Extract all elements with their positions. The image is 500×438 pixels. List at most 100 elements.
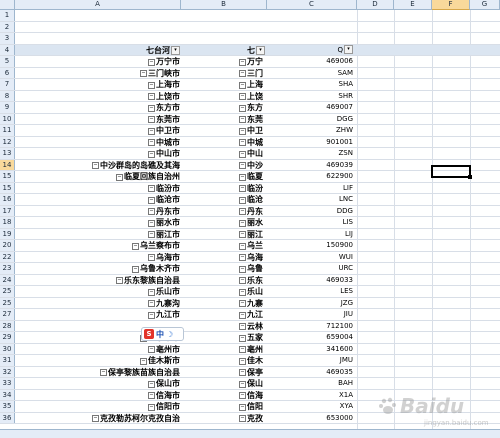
row-header[interactable]: 16 [0,194,15,205]
collapse-icon[interactable]: − [132,242,139,250]
cell-code[interactable]: LES [267,286,357,297]
collapse-icon[interactable]: − [148,311,155,319]
collapse-icon[interactable]: − [148,346,155,353]
collapse-icon[interactable]: − [239,81,246,89]
cell-city-name[interactable] [15,10,181,21]
cell-short-name[interactable]: − 乌海 [181,252,267,263]
table-row[interactable]: 25− 乐山市 − 乐山 LES [0,286,500,298]
row-header[interactable]: 9 [0,102,15,113]
cell-city-name[interactable]: − 信海市 [15,390,181,401]
cell-city-name[interactable]: − 丽江市 [15,229,181,240]
cell-city-name[interactable]: − 临夏回族自治州 [15,171,181,182]
cell-code[interactable]: URC [267,263,357,274]
cell-code[interactable]: LIF [267,183,357,194]
select-all-corner[interactable] [0,0,15,10]
cell-short-name[interactable]: − 保亭 [181,367,267,378]
cell-short-name[interactable]: − 东莞 [181,114,267,125]
cell-code[interactable]: DDG [267,206,357,217]
cell-city-name[interactable]: − 乐山市 [15,286,181,297]
collapse-icon[interactable]: − [239,311,246,319]
column-header-f[interactable]: F [432,0,470,10]
cell-code[interactable]: WUI [267,252,357,263]
cell-code[interactable]: SHA [267,79,357,90]
table-row[interactable]: 17− 丹东市 − 丹东 DDG [0,205,500,217]
table-row[interactable]: 23− 乌鲁木齐市 − 乌鲁 URC [0,263,500,275]
cell-short-name[interactable]: − 九江 [181,309,267,320]
collapse-icon[interactable]: − [148,196,155,204]
collapse-icon[interactable]: − [148,185,155,192]
cell-short-name[interactable]: − 五家 [181,332,267,343]
row-header[interactable]: 13 [0,148,15,159]
cell-short-name[interactable]: − 上海 [181,79,267,90]
row-header[interactable]: 33 [0,378,15,389]
row-header[interactable]: 28 [0,320,15,331]
table-row[interactable]: 2 [0,21,500,33]
cell-code[interactable]: DGG [267,114,357,125]
collapse-icon[interactable]: − [239,162,246,169]
sogou-logo-icon[interactable]: S [144,329,154,339]
row-header[interactable]: 29 [0,332,15,343]
cell-short-name[interactable]: − 九寨 [181,298,267,309]
cell-short-name[interactable]: − 丹东 [181,206,267,217]
column-header-b[interactable]: B [181,0,267,10]
cell-code[interactable]: BAH [267,378,357,389]
table-row[interactable]: 16− 临沧市 − 临沧 LNC [0,194,500,206]
collapse-icon[interactable]: − [148,403,155,411]
collapse-icon[interactable]: − [239,219,246,227]
row-header[interactable]: 19 [0,228,15,239]
row-header[interactable]: 14 [0,159,15,170]
cell-short-name[interactable]: − 丽江 [181,229,267,240]
table-row[interactable]: 31− 佳木斯市 − 佳木 JMU [0,355,500,367]
cell-city-name[interactable]: − 万宁市 [15,56,181,67]
cell-city-name[interactable]: − 中城市 [15,137,181,148]
table-row[interactable]: 22− 乌海市 − 乌海 WUI [0,251,500,263]
table-row[interactable]: 24− 乐东黎族自治县 − 乐东 469033 [0,274,500,286]
cell-code[interactable]: 901001 [267,137,357,148]
collapse-icon[interactable]: − [148,93,155,100]
cell-city-name[interactable]: − 丹东市 [15,206,181,217]
table-row[interactable]: 7− 上海市 − 上海 SHA [0,79,500,91]
table-row[interactable]: 28 − 云林 712100 [0,320,500,332]
cell-short-name[interactable]: − 信海 [181,390,267,401]
cell-short-name[interactable]: − 上饶 [181,91,267,102]
cell-city-name[interactable]: − 保亭黎族苗族自治县 [15,367,181,378]
cell-city-name[interactable]: − 东方市 [15,102,181,113]
cell-city-name[interactable]: − 佳木斯市 [15,355,181,366]
table-row[interactable]: 29−五家渠市−五家659004 [0,332,500,344]
collapse-icon[interactable]: − [239,208,246,215]
moon-icon[interactable]: ☽ [166,330,173,339]
cell-city-name[interactable]: − 丽水市 [15,217,181,228]
table-row[interactable]: 15− 临汾市 − 临汾 LIF [0,182,500,194]
table-row[interactable]: 11− 中卫市 − 中卫 ZHW [0,125,500,137]
collapse-icon[interactable]: − [239,254,246,261]
table-row[interactable]: 33− 保山市 − 保山 BAH [0,378,500,390]
cell-short-name[interactable]: − 丽水 [181,217,267,228]
ime-toolbar[interactable]: S 中 ☽ [141,327,184,341]
cell-city-name[interactable]: − 临沧市 [15,194,181,205]
cell-code[interactable]: 341600 [267,344,357,355]
cell-city-name[interactable]: − 克孜勒苏柯尔克孜自治 [15,413,181,424]
collapse-icon[interactable]: − [148,300,155,307]
row-header[interactable]: 35 [0,401,15,412]
row-header[interactable]: 3 [0,33,15,44]
table-row[interactable]: 8− 上饶市 − 上饶 SHR [0,90,500,102]
cell-code[interactable]: JMU [267,355,357,366]
table-row[interactable]: 15− 临夏回族自治州 − 临夏 622900 [0,171,500,183]
cell-code[interactable]: 469007 [267,102,357,113]
cell-short-name[interactable]: − 中沙 [181,160,267,171]
cell-code[interactable] [267,10,357,21]
cell-city-name[interactable]: − 临汾市 [15,183,181,194]
collapse-icon[interactable]: − [148,219,155,227]
cell-code[interactable]: SAM [267,68,357,79]
cell-city-name[interactable]: − 九江市 [15,309,181,320]
cell-city-name[interactable]: − 亳州市 [15,344,181,355]
collapse-icon[interactable]: − [116,277,123,284]
pivot-header-row[interactable]: 4 七台河 ▾ 七 ▾ Q ▾ [0,44,500,56]
collapse-icon[interactable]: − [239,392,246,399]
row-header[interactable]: 20 [0,240,15,251]
collapse-icon[interactable]: − [239,104,246,112]
collapse-icon[interactable]: − [239,185,246,192]
cell-short-name[interactable]: − 临汾 [181,183,267,194]
collapse-icon[interactable]: − [116,173,123,181]
cell-code[interactable]: JIU [267,309,357,320]
